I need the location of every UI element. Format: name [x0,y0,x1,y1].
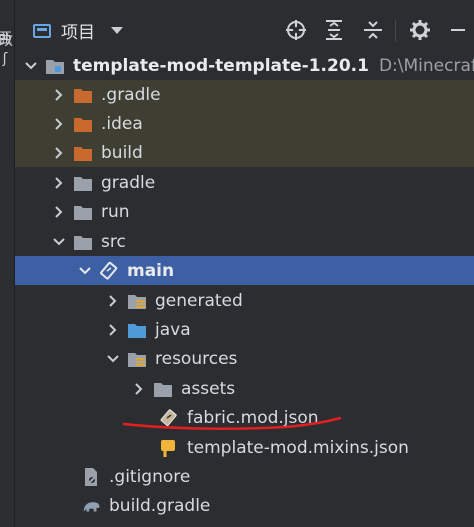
item-label: build.gradle [109,495,211,516]
strip-glyph-2: ʃ [2,51,8,67]
chevron-right-icon[interactable] [51,116,67,132]
tree-root-row[interactable]: template-mod-template-1.20.1 D:\Minecraf… [15,51,474,80]
left-tool-strip: 亜 ʃ 改 [0,0,15,527]
item-label: fabric.mod.json [187,407,319,428]
locate-icon[interactable] [284,18,308,42]
item-label: generated [155,290,243,311]
chevron-right-icon[interactable] [105,322,121,338]
item-label: java [155,319,191,340]
item-label: .gradle [101,84,161,105]
project-view-icon[interactable] [33,23,51,38]
tree-item-resources[interactable]: resources [15,344,474,373]
collapse-all-icon[interactable] [361,18,385,42]
chevron-down-icon[interactable] [51,234,67,250]
ignore-file-icon [81,467,101,486]
tree-item-src[interactable]: src [15,227,474,256]
hide-icon[interactable] [446,18,470,42]
item-label: .idea [101,113,143,134]
folder-icon [73,233,93,251]
tree-item-run[interactable]: run [15,197,474,226]
chevron-down-icon[interactable] [77,263,93,279]
tree-item-gitignore[interactable]: .gitignore [15,462,474,491]
tree-item-java[interactable]: java [15,315,474,344]
module-folder-icon [45,57,65,75]
chevron-right-icon[interactable] [51,175,67,191]
chevron-right-icon[interactable] [105,293,121,309]
chevron-down-icon[interactable] [23,58,39,74]
chevron-right-icon[interactable] [51,145,67,161]
chevron-right-icon[interactable] [51,204,67,220]
strip-glyph-3: 改 [0,33,13,49]
item-label: main [127,260,175,281]
item-label: src [101,231,126,252]
tree-item-dot-gradle[interactable]: .gradle [15,80,474,109]
tree-item-mixins-json[interactable]: template-mod.mixins.json [15,433,474,462]
root-path: D:\Minecraft\ [378,55,474,76]
item-label: resources [155,348,238,369]
folder-icon [153,380,173,398]
gear-icon[interactable] [408,18,432,42]
item-label: build [101,142,143,163]
expand-all-icon[interactable] [322,18,346,42]
gradle-elephant-icon [81,497,101,515]
excluded-folder-icon [73,86,93,104]
item-label: template-mod.mixins.json [187,437,409,458]
folder-icon [73,174,93,192]
root-label: template-mod-template-1.20.1 [73,55,369,76]
excluded-folder-icon [73,144,93,162]
chevron-right-icon[interactable] [51,87,67,103]
tree-item-assets[interactable]: assets [15,374,474,403]
toolbar-divider [395,20,396,42]
item-label: .gitignore [109,466,191,487]
source-folder-icon [127,321,147,339]
json-file-icon [159,439,179,457]
chevron-down-icon[interactable] [105,351,121,367]
item-label: gradle [101,172,156,193]
tree-item-main[interactable]: main [15,256,474,285]
tree-item-build-gradle[interactable]: build.gradle [15,491,474,520]
project-view-title[interactable]: 项目 [61,18,95,43]
excluded-folder-icon [73,115,93,133]
resource-folder-icon [127,350,147,368]
folder-icon [73,203,93,221]
dropdown-icon[interactable] [111,27,123,34]
tree-item-dot-idea[interactable]: .idea [15,109,474,138]
item-label: run [101,201,130,222]
resource-folder-icon [127,292,147,310]
tree-item-build-folder[interactable]: build [15,138,474,167]
fabric-file-icon [159,408,179,427]
tree-item-fabric-mod-json[interactable]: fabric.mod.json [15,403,474,432]
tree-item-generated[interactable]: generated [15,286,474,315]
item-label: assets [181,378,236,399]
chevron-right-icon[interactable] [131,381,147,397]
source-set-icon [99,261,119,280]
tree-item-gradle[interactable]: gradle [15,168,474,197]
